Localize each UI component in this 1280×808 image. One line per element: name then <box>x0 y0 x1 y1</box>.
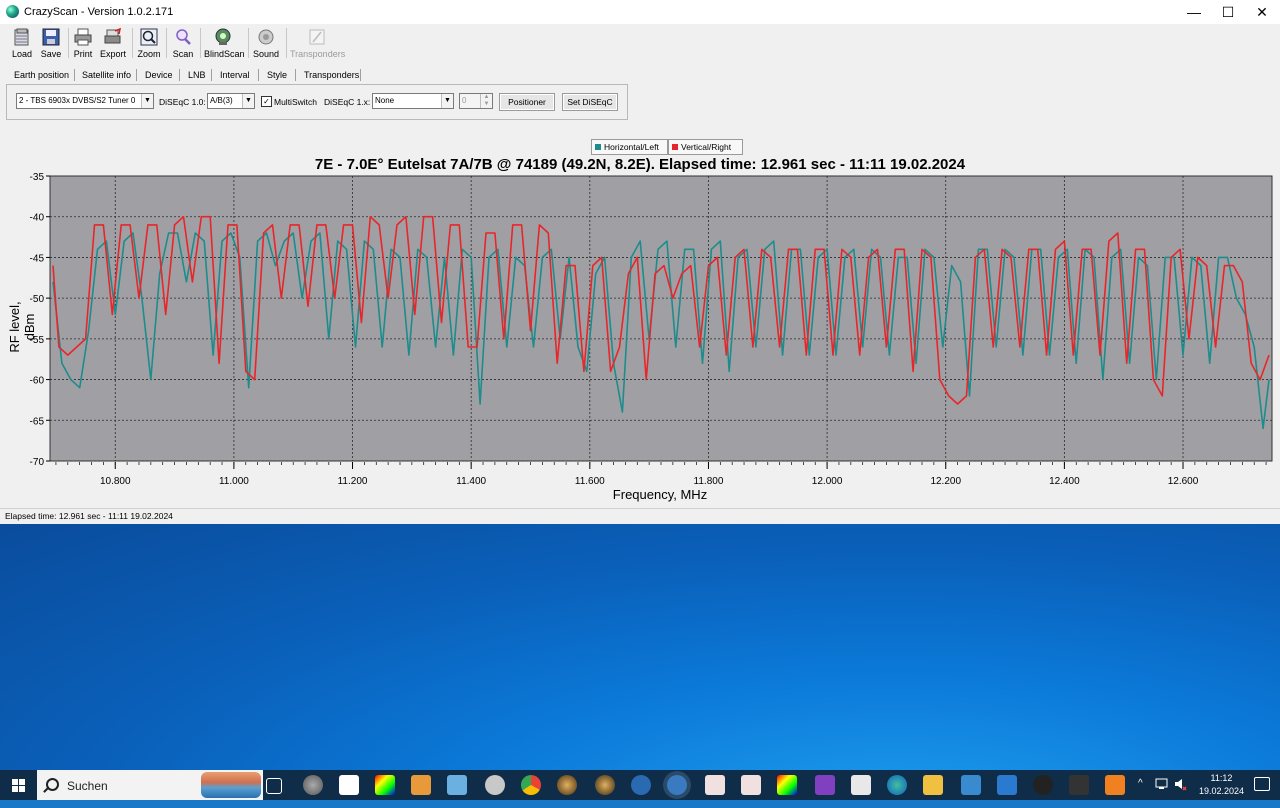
app-icon-11[interactable] <box>815 775 835 795</box>
chrome-icon[interactable] <box>521 775 541 795</box>
desktop-wallpaper <box>0 523 1280 770</box>
y-tick-label: -35 <box>30 172 45 183</box>
app-icon-9[interactable] <box>741 775 761 795</box>
taskbar-clock[interactable]: 11:12 19.02.2024 <box>1199 772 1244 798</box>
video-app-icon[interactable] <box>1069 775 1089 795</box>
app-icon-13[interactable] <box>1033 775 1053 795</box>
spectrum-chart[interactable]: -35-40-45-50-55-60-65-7010.800 11.000 11.2… <box>0 0 1280 510</box>
app-icon-6[interactable] <box>595 775 615 795</box>
y-tick-label: -65 <box>30 416 45 427</box>
clock-date: 19.02.2024 <box>1198 786 1244 796</box>
tray-chevron-up-icon[interactable]: ^ <box>1138 778 1143 808</box>
app-icon-8[interactable] <box>705 775 725 795</box>
app-icon-5[interactable] <box>557 775 577 795</box>
speaker-icon <box>1175 779 1187 791</box>
edge-icon[interactable] <box>887 775 907 795</box>
x-tick-label: 11.800 <box>694 476 724 487</box>
start-button[interactable] <box>0 770 36 800</box>
crazyscan-taskbar-icon[interactable] <box>667 775 687 795</box>
volume-muted-icon[interactable] <box>1173 777 1187 807</box>
taskbar-search[interactable]: Suchen <box>37 770 263 800</box>
y-tick-label: -70 <box>30 457 45 468</box>
app-icon-12[interactable] <box>851 775 871 795</box>
status-bar: Elapsed time: 12.961 sec - 11:11 19.02.2… <box>0 508 1280 524</box>
search-label: Suchen <box>67 779 108 793</box>
clock-time: 11:12 <box>1210 773 1233 783</box>
plot-area <box>49 175 1273 462</box>
app-icon-7[interactable] <box>631 775 651 795</box>
app-icon-3[interactable] <box>411 775 431 795</box>
database-icon[interactable] <box>485 775 505 795</box>
x-tick-label: 10.800 <box>100 476 131 487</box>
y-tick-label: -60 <box>30 376 45 387</box>
search-icon <box>46 778 59 791</box>
search-highlight-image <box>201 772 261 798</box>
dvb-app-icon[interactable] <box>339 775 359 795</box>
x-tick-label: 11.600 <box>575 476 605 487</box>
file-explorer-icon[interactable] <box>923 775 943 795</box>
x-tick-label: 12.000 <box>812 476 843 487</box>
mail-icon[interactable] <box>997 775 1017 795</box>
crazyscan-window: CrazyScan - Version 1.0.2.171 — ☐ ✕ Load… <box>0 0 1280 524</box>
network-glyph-icon <box>1155 778 1168 789</box>
status-text: Elapsed time: 12.961 sec - 11:11 19.02.2… <box>5 511 173 521</box>
y-axis-label: RF level, dBm <box>7 301 37 353</box>
taskbar: Suchen ^ 11:12 19.02.2024 <box>0 770 1280 800</box>
y-tick-label: -40 <box>30 213 45 224</box>
vlc-icon[interactable] <box>1105 775 1125 795</box>
app-icon-10[interactable] <box>777 775 797 795</box>
app-icon-2[interactable] <box>375 775 395 795</box>
task-view-icon[interactable] <box>266 778 282 794</box>
x-tick-label: 12.400 <box>1049 476 1080 487</box>
x-tick-label: 11.400 <box>456 476 486 487</box>
notifications-icon[interactable] <box>1254 777 1270 791</box>
x-tick-label: 12.200 <box>930 476 961 487</box>
x-tick-label: 11.200 <box>338 476 368 487</box>
app-icon-1[interactable] <box>303 775 323 795</box>
store-icon[interactable] <box>961 775 981 795</box>
x-tick-label: 11.000 <box>219 476 249 487</box>
network-icon[interactable] <box>1155 777 1169 789</box>
x-axis-label: Frequency, MHz <box>612 487 708 502</box>
windows-logo-icon <box>12 779 25 792</box>
app-icon-4[interactable] <box>447 775 467 795</box>
x-tick-label: 12.600 <box>1168 476 1199 487</box>
y-tick-label: -45 <box>30 253 45 264</box>
